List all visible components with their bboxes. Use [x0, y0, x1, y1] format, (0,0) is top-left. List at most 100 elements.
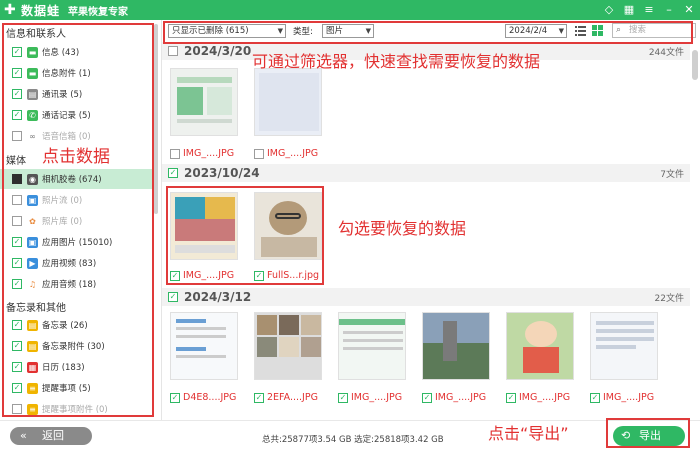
file-name[interactable]: ✓ IMG_....JPG [422, 392, 486, 403]
file-name-text: IMG_....JPG [267, 148, 319, 159]
checkbox[interactable]: ✓ [12, 110, 22, 120]
search-input[interactable]: ⌕ 搜索 [612, 23, 696, 38]
checkbox[interactable] [12, 174, 22, 184]
sidebar-item-app-images[interactable]: ✓ ▣ 应用图片 (15010) [0, 232, 152, 252]
app-logo: ✚ 数据蛙 [4, 2, 60, 19]
checkbox[interactable]: ✓ [12, 383, 22, 393]
group-file-count: 7文件 [660, 169, 684, 180]
group-checkbox[interactable]: ✓ [168, 168, 178, 178]
checkbox[interactable]: ✓ [12, 341, 22, 351]
file-thumbnail[interactable] [254, 192, 322, 260]
sidebar-item-reminders[interactable]: ✓ ≡ 提醒事项 (5) [0, 378, 152, 398]
date-value: 2024/2/4 [509, 26, 548, 36]
diamond-icon[interactable]: ◇ [602, 2, 616, 18]
checkbox[interactable]: ✓ [12, 258, 22, 268]
checkbox[interactable]: ✓ [12, 320, 22, 330]
menu-icon[interactable]: ≡ [642, 2, 656, 18]
checkbox[interactable]: ✓ [12, 89, 22, 99]
deleted-filter-select[interactable]: 只显示已删除 (615) ▼ [168, 24, 286, 38]
checkbox[interactable] [12, 216, 22, 226]
checkbox[interactable]: ✓ [422, 392, 432, 403]
checkbox[interactable] [12, 404, 22, 414]
export-icon: ⟲ [621, 429, 631, 442]
file-name[interactable]: ✓ IMG_....JPG [506, 392, 570, 403]
type-select[interactable]: 图片 ▼ [322, 24, 374, 38]
frog-logo-icon: ✚ [4, 2, 16, 18]
reminder-attachment-icon: ≡ [27, 403, 38, 415]
sidebar-item-app-audio[interactable]: ✓ ♫ 应用音频 (18) [0, 274, 152, 294]
camera-icon: ◉ [27, 173, 38, 185]
checkbox[interactable]: ✓ [590, 392, 600, 403]
file-thumbnail[interactable] [254, 312, 322, 380]
checkbox[interactable] [254, 148, 264, 159]
checkbox[interactable]: ✓ [254, 270, 264, 281]
sidebar-item-label: 照片库 (0) [42, 217, 83, 227]
group-file-count: 244文件 [648, 47, 684, 58]
sidebar-item-calendar[interactable]: ✓ ▦ 日历 (183) [0, 357, 152, 377]
checkbox[interactable]: ✓ [12, 279, 22, 289]
grid-view-icon[interactable] [592, 25, 603, 36]
annotation-click-data: 点击数据 [42, 147, 110, 167]
close-icon[interactable]: ✕ [682, 2, 696, 18]
checkbox[interactable]: ✓ [254, 392, 264, 403]
sidebar-scrollbar[interactable] [154, 24, 158, 214]
sidebar-item-app-videos[interactable]: ✓ ▶ 应用视频 (83) [0, 253, 152, 273]
file-thumbnail[interactable] [422, 312, 490, 380]
file-name[interactable]: ✓ IMG_....JPG [170, 270, 234, 281]
sidebar-item-label: 信息 (43) [42, 48, 80, 58]
export-button[interactable]: ⟲ 导出 [613, 426, 685, 446]
annotation-export-tip: 点击“导出” [488, 424, 569, 443]
file-name[interactable]: ✓ D4E8....JPG [170, 392, 236, 403]
list-view-icon[interactable] [575, 25, 586, 36]
sidebar-item-notes-attachments[interactable]: ✓ ▤ 备忘录附件 (30) [0, 336, 152, 356]
checkbox[interactable]: ✓ [338, 392, 348, 403]
file-thumbnail[interactable] [170, 68, 238, 136]
reminder-icon: ≡ [27, 382, 38, 394]
file-name[interactable]: IMG_....JPG [170, 148, 234, 159]
calendar-icon: ▦ [27, 361, 38, 373]
group-checkbox[interactable] [168, 46, 178, 56]
file-name[interactable]: ✓ FullS...r.jpg [254, 270, 319, 281]
app-title: 苹果恢复专家 [68, 6, 129, 18]
file-thumbnail[interactable] [590, 312, 658, 380]
checkbox[interactable] [12, 131, 22, 141]
file-thumbnail[interactable] [170, 312, 238, 380]
content-scrollbar[interactable] [692, 50, 698, 80]
sidebar-item-notes[interactable]: ✓ ▤ 备忘录 (26) [0, 315, 152, 335]
date-select[interactable]: 2024/2/4 ▼ [505, 24, 567, 38]
checkbox[interactable]: ✓ [12, 362, 22, 372]
checkbox[interactable]: ✓ [170, 392, 180, 403]
sidebar-item-contacts[interactable]: ✓ ▤ 通讯录 (5) [0, 84, 152, 104]
file-name[interactable]: ✓ IMG_....JPG [338, 392, 402, 403]
sidebar-item-call-history[interactable]: ✓ ✆ 通话记录 (5) [0, 105, 152, 125]
checkbox[interactable] [170, 148, 180, 159]
back-button[interactable]: « 返回 [10, 427, 92, 445]
double-chevron-left-icon: « [20, 429, 27, 442]
checkbox[interactable] [12, 195, 22, 205]
checkbox[interactable]: ✓ [12, 47, 22, 57]
file-name-text: IMG_....JPG [519, 392, 571, 403]
file-thumbnail[interactable] [170, 192, 238, 260]
sidebar-item-camera-roll[interactable]: ◉ 相机胶卷 (674) [0, 169, 152, 189]
sidebar-item-message-attachments[interactable]: ✓ ▬ 信息附件 (1) [0, 63, 152, 83]
checkbox[interactable]: ✓ [506, 392, 516, 403]
sidebar-item-messages[interactable]: ✓ ▬ 信息 (43) [0, 42, 152, 62]
file-thumbnail[interactable] [254, 68, 322, 136]
checkbox[interactable]: ✓ [170, 270, 180, 281]
checkbox[interactable]: ✓ [12, 237, 22, 247]
sidebar-item-photo-library[interactable]: ✿ 照片库 (0) [0, 211, 152, 231]
group-checkbox[interactable]: ✓ [168, 292, 178, 302]
sidebar-item-label: 备忘录 (26) [42, 321, 88, 331]
sidebar-item-photo-stream[interactable]: ▣ 照片流 (0) [0, 190, 152, 210]
checkbox[interactable]: ✓ [12, 68, 22, 78]
file-name[interactable]: ✓ 2EFA....JPG [254, 392, 318, 403]
file-thumbnail[interactable] [338, 312, 406, 380]
title-bar: ✚ 数据蛙 苹果恢复专家 ◇ ▦ ≡ – ✕ [0, 0, 700, 20]
sidebar-item-reminder-attachments[interactable]: ≡ 提醒事项附件 (0) [0, 399, 152, 419]
file-name[interactable]: ✓ IMG_....JPG [590, 392, 654, 403]
cart-icon[interactable]: ▦ [622, 2, 636, 18]
sidebar-item-label: 信息附件 (1) [42, 69, 91, 79]
minimize-icon[interactable]: – [662, 2, 676, 18]
file-thumbnail[interactable] [506, 312, 574, 380]
file-name[interactable]: IMG_....JPG [254, 148, 318, 159]
